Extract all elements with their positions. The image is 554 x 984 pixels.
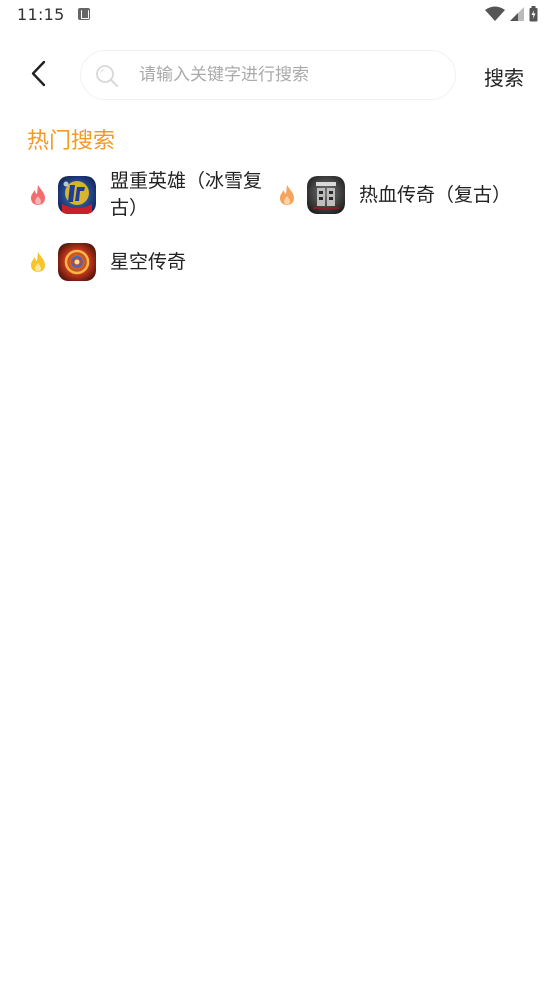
search-header: 搜索 [0,48,554,102]
game-name: 星空传奇 [110,250,187,273]
hot-search-item[interactable]: 热血传奇（复古） [277,176,537,214]
hot-search-title: 热门搜索 [27,129,116,154]
game-name: 热血传奇（复古） [359,183,512,206]
game-icon-xingkong [58,243,96,281]
flame-icon [280,185,294,205]
chevron-left-icon [31,60,46,87]
search-box[interactable] [80,50,456,100]
back-button[interactable] [24,58,56,90]
game-name: 盟重英雄（冰雪复古） [110,170,263,219]
flame-icon [31,252,45,272]
battery-icon [529,6,538,22]
game-icon-chuanqi [58,176,96,214]
search-icon [96,65,118,87]
status-time: 11:15 [17,5,65,24]
cell-signal-icon [510,7,524,21]
notification-icon [78,8,90,20]
flame-icon [31,185,45,205]
search-button[interactable]: 搜索 [484,62,524,91]
status-indicators [485,6,538,22]
status-bar: 11:15 [0,0,554,30]
wifi-icon [485,6,505,21]
search-input[interactable] [139,51,439,99]
game-icon-long [307,176,345,214]
hot-search-item[interactable]: 盟重英雄（冰雪复古） [28,168,268,222]
hot-search-item[interactable]: 星空传奇 [28,243,268,281]
